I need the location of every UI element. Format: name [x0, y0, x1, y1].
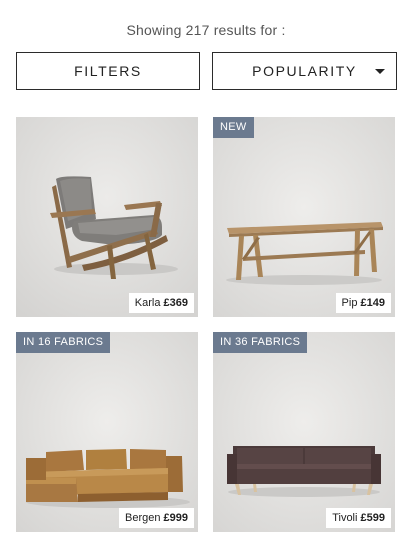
product-card-karla[interactable]: Karla £369: [16, 117, 198, 317]
sort-dropdown-label: POPULARITY: [252, 63, 357, 79]
product-image-bench: [213, 117, 395, 317]
product-image-sofa: [213, 332, 395, 532]
product-name: Karla: [134, 297, 164, 309]
product-price: £599: [360, 512, 385, 524]
price-tag: Pip £149: [335, 293, 391, 313]
product-name: Bergen: [124, 512, 164, 524]
product-price: £149: [360, 297, 385, 309]
product-badge: NEW: [213, 117, 254, 138]
product-badge: IN 16 FABRICS: [16, 332, 111, 353]
product-card-tivoli[interactable]: IN 36 FABRICS Tivoli £599: [213, 332, 395, 532]
product-card-bergen[interactable]: IN 16 FABRICS Bergen £999: [16, 332, 198, 532]
chevron-down-icon: [375, 69, 385, 74]
price-tag: Tivoli £599: [326, 508, 391, 528]
product-image-corner-sofa: [16, 332, 198, 532]
product-price: £999: [163, 512, 188, 524]
results-count-text: Showing 217 results for :: [126, 22, 286, 38]
price-tag: Bergen £999: [118, 508, 194, 528]
filters-button-label: FILTERS: [74, 63, 142, 79]
product-badge: IN 36 FABRICS: [213, 332, 308, 353]
product-name: Pip: [341, 297, 361, 309]
filters-button[interactable]: FILTERS: [16, 52, 200, 90]
sort-dropdown[interactable]: POPULARITY: [212, 52, 397, 90]
product-image-armchair: [16, 117, 198, 317]
product-card-pip[interactable]: NEW Pip £149: [213, 117, 395, 317]
price-tag: Karla £369: [128, 293, 194, 313]
product-name: Tivoli: [332, 512, 361, 524]
product-price: £369: [163, 297, 188, 309]
